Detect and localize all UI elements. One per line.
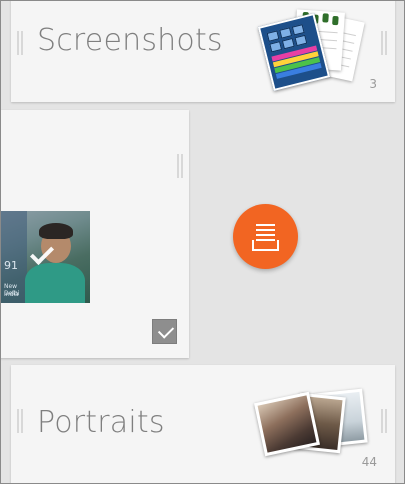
album-card-portraits[interactable]: Portraits 44 bbox=[11, 365, 395, 483]
person-hair bbox=[39, 223, 73, 239]
album-photo-count: 3 bbox=[369, 77, 377, 91]
person-shirt bbox=[25, 263, 85, 303]
select-checkbox[interactable] bbox=[152, 319, 177, 344]
album-card-screenshots[interactable]: Screenshots 3 bbox=[11, 1, 395, 102]
checkmark-icon bbox=[157, 322, 175, 339]
drag-handle-icon[interactable] bbox=[17, 409, 23, 433]
drag-handle-icon[interactable] bbox=[17, 31, 23, 55]
overlay-text: India bbox=[4, 291, 19, 298]
photo-thumbnail[interactable]: 91 New Delhi India bbox=[1, 211, 90, 303]
album-title: Screenshots bbox=[37, 23, 223, 58]
drag-handle-icon[interactable] bbox=[381, 409, 387, 433]
album-title: Portraits bbox=[37, 405, 165, 440]
album-photo-count: 44 bbox=[361, 455, 377, 469]
drag-handle-icon[interactable] bbox=[381, 31, 387, 55]
album-thumbnail-stack bbox=[251, 383, 371, 463]
photo-thumbnail bbox=[253, 391, 321, 457]
album-thumbnail-stack bbox=[257, 3, 369, 92]
gallery-view: Screenshots 3 91 New Delhi India Portrai… bbox=[0, 0, 405, 484]
overlay-text: 91 bbox=[4, 259, 18, 272]
stack-action-button[interactable] bbox=[233, 204, 298, 269]
drag-handle-icon[interactable] bbox=[177, 154, 183, 178]
album-card-selected[interactable]: 91 New Delhi India bbox=[1, 110, 189, 358]
phone-overlay: 91 New Delhi India bbox=[1, 211, 27, 303]
